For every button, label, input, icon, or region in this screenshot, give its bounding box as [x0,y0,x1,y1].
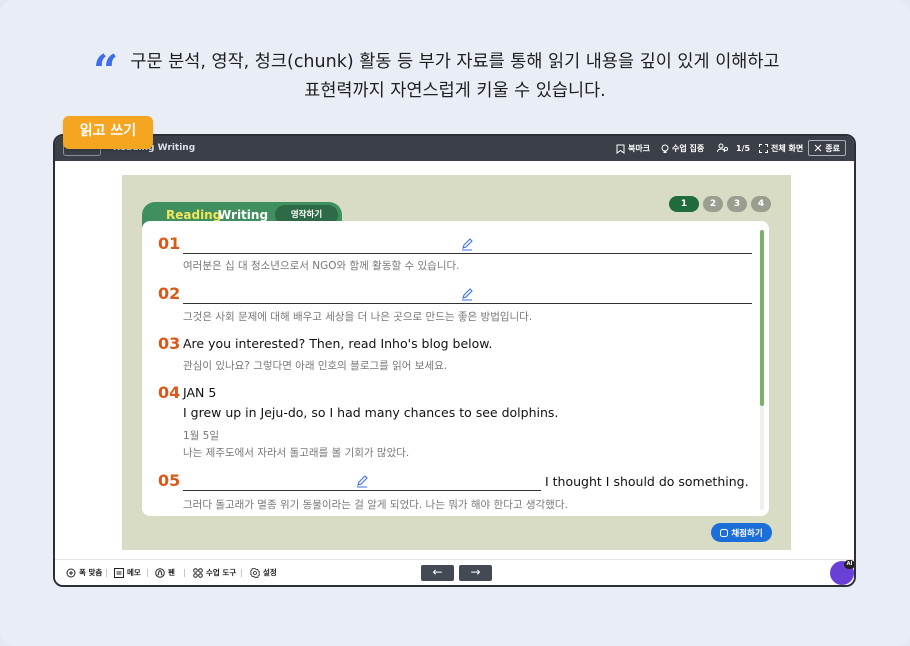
intro-line-1: 구문 분석, 영작, 청크(chunk) 활동 등 부가 자료를 통해 읽기 내… [130,52,780,72]
intro-text: 구문 분석, 영작, 청크(chunk) 활동 등 부가 자료를 통해 읽기 내… [0,48,910,106]
fullscreen-label: 전체 화면 [771,144,804,153]
class-tools-button[interactable]: 수업 도구 [193,567,236,578]
class-tools-label: 수업 도구 [206,568,237,577]
scrollbar-thumb[interactable] [760,230,764,406]
app-window: Reading Writing 북마크 수업 집중 1/5 전체 화면 종료 R… [53,134,856,587]
item-sentence: I grew up in Jeju-do, so I had many chan… [183,405,559,420]
page-button-2[interactable]: 2 [703,196,723,212]
item-translation: 나는 제주도에서 자라서 돌고래를 볼 기회가 많았다. [183,447,410,459]
ai-assistant-avatar[interactable]: AI [830,560,854,585]
page-selector: 1 2 3 4 [669,196,771,212]
next-page-button[interactable]: → [459,565,492,581]
prev-page-button[interactable]: ← [421,565,454,581]
item-number: 05 [158,471,181,490]
memo-label: 메모 [127,568,141,577]
item-translation: 그러다 돌고래가 멸종 위기 동물이라는 걸 알게 되었다. 나는 뭐가 해야 … [183,499,568,511]
top-toolbar: Reading Writing 북마크 수업 집중 1/5 전체 화면 종료 [55,136,854,161]
item-sentence: I thought I should do something. [545,474,749,489]
fit-width-label: 폭 맞춤 [79,568,103,577]
pencil-icon[interactable] [355,474,369,488]
zoom-icon [66,568,76,577]
exercise-panel: 01 여러분은 십 대 청소년으로서 NGO와 함께 활동할 수 있습니다. 0… [142,221,769,516]
fit-width-button[interactable]: 폭 맞춤 [66,567,102,578]
item-number: 04 [158,383,181,402]
ai-badge: AI [844,560,854,569]
intro-line-2: 표현력까지 자연스럽게 키울 수 있습니다. [304,81,606,101]
bookmark-icon [616,144,625,154]
memo-button[interactable]: 메모 [114,567,141,578]
promo-card: “ 구문 분석, 영작, 청크(chunk) 활동 등 부가 자료를 통해 읽기… [0,0,910,646]
tab-reading-label: Reading [166,208,222,222]
read-write-badge: 읽고 쓰기 [63,116,153,149]
pencil-icon[interactable] [460,237,474,251]
pencil-icon[interactable] [460,287,474,301]
bottom-toolbar: 폭 맞춤 메모 펜 수업 도구 설정 ← → AI [55,559,854,585]
lesson-stage: Reading Writing 영작하기 1 2 3 4 01 여러분은 십 대… [122,175,791,550]
grade-label: 채점하기 [731,528,763,539]
people-search-icon [717,143,729,153]
focus-button[interactable]: 수업 집중 [661,143,704,154]
divider [184,569,185,577]
grade-button[interactable]: 채점하기 [711,523,772,542]
divider [147,569,148,577]
answer-input-02[interactable] [183,303,752,304]
settings-label: 설정 [263,568,277,577]
gear-icon [250,567,260,578]
item-translation: 관심이 있나요? 그렇다면 아래 인호의 블로그를 읽어 보세요. [183,360,448,372]
bookmark-label: 북마크 [628,144,651,153]
page-button-1[interactable]: 1 [669,196,699,212]
bookmark-button[interactable]: 북마크 [616,143,650,154]
item-number: 03 [158,334,181,353]
divider [106,569,107,577]
close-icon [814,144,822,152]
answer-input-01[interactable] [183,253,752,254]
item-translation: 그것은 사회 문제에 대해 배우고 세상을 더 나은 곳으로 만드는 좋은 방법… [183,311,533,323]
exit-button[interactable]: 종료 [808,140,846,156]
fullscreen-icon [759,144,768,153]
item-number: 02 [158,284,181,303]
focus-label: 수업 집중 [672,144,705,153]
item-translation: 여러분은 십 대 청소년으로서 NGO와 함께 활동할 수 있습니다. [183,260,460,272]
pen-icon [155,567,165,578]
item-translation-date: 1월 5일 [183,430,220,442]
pen-label: 펜 [168,568,175,577]
grid-icon [193,567,203,578]
item-number: 01 [158,234,181,253]
participants-count: 1/5 [736,143,751,153]
exit-label: 종료 [825,143,840,153]
pen-button[interactable]: 펜 [155,567,175,578]
item-sentence: Are you interested? Then, read Inho's bl… [183,336,493,351]
item-date: JAN 5 [183,385,217,400]
page-button-3[interactable]: 3 [727,196,747,212]
page-button-4[interactable]: 4 [751,196,771,212]
grade-icon [720,528,729,537]
fullscreen-button[interactable]: 전체 화면 [759,143,803,154]
memo-icon [114,567,124,578]
tab-writing-label: Writing [218,208,269,222]
lightbulb-icon [661,144,669,153]
participants-counter[interactable]: 1/5 [717,143,750,153]
divider [241,569,242,577]
answer-input-05[interactable] [183,490,541,491]
settings-button[interactable]: 설정 [250,567,277,578]
